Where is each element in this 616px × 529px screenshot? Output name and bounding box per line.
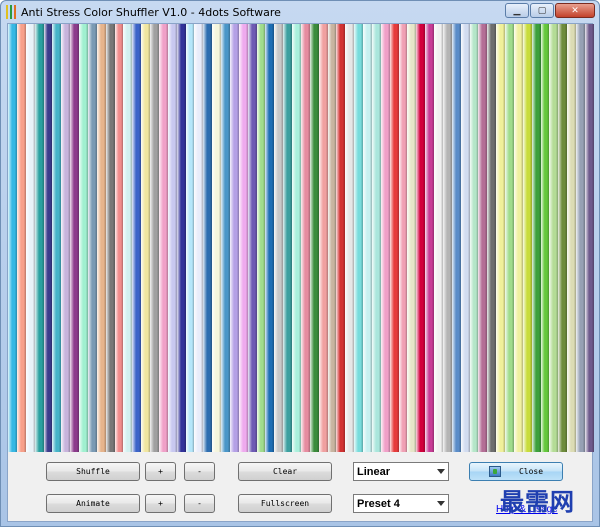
color-stripe — [522, 24, 532, 452]
window-controls: ▁ ▢ ✕ — [505, 3, 595, 18]
color-stripe — [212, 24, 221, 452]
color-stripe — [300, 24, 310, 452]
clear-button[interactable]: Clear — [238, 462, 332, 481]
color-stripe — [123, 24, 133, 452]
color-stripe — [460, 24, 470, 452]
color-stripe — [505, 24, 514, 452]
color-stripe — [416, 24, 426, 452]
color-stripe — [398, 24, 408, 452]
color-stripe — [8, 24, 17, 452]
color-stripe — [576, 24, 585, 452]
color-stripe — [354, 24, 363, 452]
color-stripe — [469, 24, 479, 452]
color-stripe — [371, 24, 381, 452]
color-stripe — [345, 24, 355, 452]
chevron-down-icon — [437, 501, 445, 506]
color-stripe — [61, 24, 71, 452]
gradient-type-value: Linear — [357, 465, 391, 478]
title-bar[interactable]: Anti Stress Color Shuffler V1.0 - 4dots … — [1, 1, 599, 23]
animate-minus-button[interactable]: - — [184, 494, 215, 513]
animate-plus-button[interactable]: + — [145, 494, 176, 513]
color-stripe — [531, 24, 541, 452]
color-stripe — [185, 24, 195, 452]
color-stripe — [238, 24, 248, 452]
color-stripe — [79, 24, 88, 452]
color-stripe — [70, 24, 79, 452]
close-window-icon[interactable]: ✕ — [555, 3, 595, 18]
client-area: Shuffle + - Clear Linear Close Animate +… — [7, 23, 594, 522]
color-stripe — [132, 24, 142, 452]
color-stripe — [150, 24, 159, 452]
color-stripe — [221, 24, 230, 452]
close-button-label: Close — [518, 467, 544, 476]
color-stripe — [176, 24, 186, 452]
color-stripe — [363, 24, 372, 452]
color-stripe — [292, 24, 301, 452]
color-stripe — [105, 24, 115, 452]
color-stripe — [540, 24, 550, 452]
preset-value: Preset 4 — [357, 497, 400, 510]
color-stripe — [52, 24, 62, 452]
chevron-down-icon — [437, 469, 445, 474]
color-stripe — [25, 24, 35, 452]
color-stripe — [434, 24, 443, 452]
color-stripe — [229, 24, 239, 452]
gradient-type-select[interactable]: Linear — [353, 462, 449, 481]
fullscreen-button[interactable]: Fullscreen — [238, 494, 332, 513]
color-stripe — [265, 24, 275, 452]
shuffle-button[interactable]: Shuffle — [46, 462, 140, 481]
color-stripe — [194, 24, 204, 452]
color-stripe — [87, 24, 97, 452]
color-stripe — [203, 24, 213, 452]
close-button[interactable]: Close — [469, 462, 563, 481]
color-stripe — [513, 24, 523, 452]
color-stripe — [274, 24, 284, 452]
shuffle-minus-button[interactable]: - — [184, 462, 215, 481]
minimize-icon[interactable]: ▁ — [505, 3, 529, 18]
color-stripe — [96, 24, 106, 452]
color-stripe — [451, 24, 461, 452]
app-window: Anti Stress Color Shuffler V1.0 - 4dots … — [0, 0, 600, 527]
color-stripes-canvas[interactable] — [8, 24, 594, 452]
color-stripe — [407, 24, 417, 452]
color-stripe — [34, 24, 44, 452]
color-stripe — [141, 24, 150, 452]
animate-button[interactable]: Animate — [46, 494, 140, 513]
color-stripe — [158, 24, 168, 452]
site-watermark: 最需网 — [500, 487, 575, 516]
color-stripe — [309, 24, 319, 452]
color-stripe — [16, 24, 26, 452]
color-stripe — [425, 24, 434, 452]
color-stripe — [327, 24, 337, 452]
window-title: Anti Stress Color Shuffler V1.0 - 4dots … — [21, 5, 281, 19]
color-stripe — [43, 24, 53, 452]
color-stripe — [487, 24, 497, 452]
color-stripe — [256, 24, 266, 452]
color-stripe — [380, 24, 390, 452]
color-stripe — [283, 24, 292, 452]
color-stripe — [549, 24, 559, 452]
color-stripe — [336, 24, 346, 452]
color-stripe — [584, 24, 594, 452]
exit-icon — [488, 466, 501, 477]
app-logo-icon — [6, 5, 16, 19]
color-stripe — [389, 24, 399, 452]
color-stripe — [318, 24, 328, 452]
color-stripe — [478, 24, 488, 452]
color-stripe — [442, 24, 452, 452]
color-stripe — [558, 24, 568, 452]
shuffle-plus-button[interactable]: + — [145, 462, 176, 481]
color-stripe — [247, 24, 257, 452]
color-stripe — [496, 24, 505, 452]
maximize-icon[interactable]: ▢ — [530, 3, 554, 18]
color-stripe — [114, 24, 124, 452]
preset-select[interactable]: Preset 4 — [353, 494, 449, 513]
color-stripe — [167, 24, 177, 452]
color-stripe — [567, 24, 576, 452]
